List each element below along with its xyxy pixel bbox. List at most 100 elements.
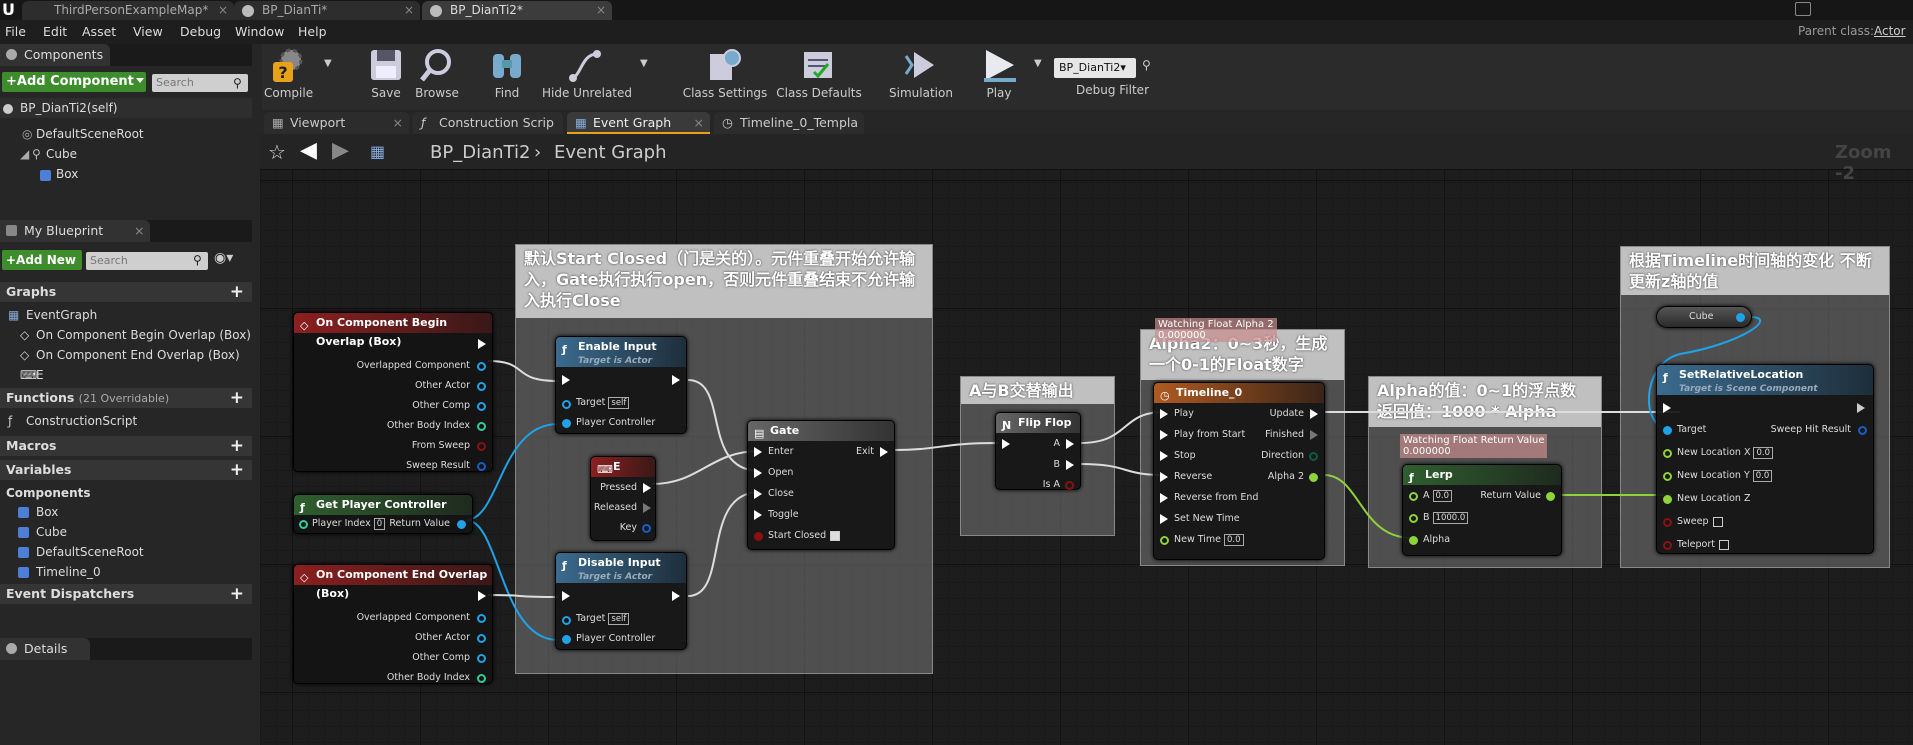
float-pin-icon[interactable] — [1663, 495, 1672, 504]
item-begin-overlap[interactable]: On Component Begin Overlap (Box) — [36, 328, 251, 342]
menu-edit[interactable]: Edit — [43, 24, 67, 39]
node-begin-overlap[interactable]: ◇ On Component Begin Overlap (Box) Overla… — [293, 312, 493, 472]
close-icon[interactable]: × — [596, 1, 606, 20]
target-self-value[interactable]: self — [608, 613, 630, 625]
bool-pin-icon[interactable] — [1065, 481, 1074, 490]
tab-viewport[interactable]: ▦ Viewport × — [264, 112, 409, 134]
debug-object-select[interactable]: BP_DianTi2▾ — [1054, 58, 1136, 78]
float-pin-icon[interactable] — [1409, 536, 1418, 545]
float-pin-icon[interactable] — [1309, 473, 1318, 482]
tab-event-graph[interactable]: ▦ Event Graph × — [567, 112, 710, 134]
section-event-dispatchers[interactable]: Event Dispatchers + — [0, 584, 252, 604]
exec-in-pin[interactable] — [754, 489, 762, 499]
exec-in-pin[interactable] — [1160, 493, 1168, 503]
compile-button[interactable]: ? Compile — [264, 46, 313, 100]
node-end-overlap[interactable]: ◇ On Component End Overlap (Box) Overlapp… — [293, 564, 493, 684]
section-variables[interactable]: Variables + — [0, 460, 252, 480]
object-pin-icon[interactable] — [477, 634, 486, 643]
object-pin-icon[interactable] — [477, 654, 486, 663]
object-pin-icon[interactable] — [1736, 313, 1745, 322]
exec-out-pin[interactable] — [672, 375, 680, 385]
object-pin-icon[interactable] — [477, 402, 486, 411]
node-gate[interactable]: ▤ Gate Enter Exit Open Close Toggle Start… — [747, 420, 895, 550]
search-icon[interactable]: ⚲ — [1142, 58, 1151, 72]
object-pin-icon[interactable] — [477, 614, 486, 623]
lerp-a-input[interactable]: 0.0 — [1432, 490, 1453, 502]
node-timeline[interactable]: ◷ Timeline_0 Play Play from Start Stop Re… — [1153, 382, 1325, 560]
struct-pin-icon[interactable] — [1858, 426, 1867, 435]
close-icon[interactable]: × — [218, 1, 228, 20]
chevron-down-icon[interactable]: ▼ — [640, 58, 648, 69]
tab-timeline[interactable]: ◷ Timeline_0_Templa — [714, 112, 864, 134]
exec-in-pin[interactable] — [1663, 403, 1671, 413]
var-cube[interactable]: Cube — [36, 525, 67, 539]
tab-bp-dianti[interactable]: BP_DianTi* × — [234, 1, 420, 20]
node-disable-input[interactable]: ƒ Disable Input Target is Actor Target self… — [555, 552, 687, 650]
float-pin-icon[interactable] — [1160, 536, 1169, 545]
new-time-input[interactable]: 0.0 — [1224, 534, 1244, 546]
var-box[interactable]: Box — [36, 505, 58, 519]
struct-pin-icon[interactable] — [642, 524, 651, 533]
eye-icon[interactable]: ◉▾ — [214, 250, 233, 266]
object-pin-icon[interactable] — [457, 520, 466, 529]
new-location-y-input[interactable]: 0.0 — [1752, 470, 1773, 482]
close-icon[interactable]: × — [393, 112, 403, 134]
simulation-button[interactable]: Simulation — [886, 46, 956, 100]
node-flipflop[interactable]: Ɲ Flip Flop A B Is A — [995, 412, 1081, 490]
start-closed-checkbox[interactable] — [830, 530, 841, 541]
exec-in-pin[interactable] — [1160, 451, 1168, 461]
float-pin-icon[interactable] — [1546, 492, 1555, 501]
object-pin-icon[interactable] — [477, 362, 486, 371]
exec-in-pin[interactable] — [754, 510, 762, 520]
tab-bp-dianti2[interactable]: BP_DianTi2* × — [422, 1, 612, 20]
add-function-icon[interactable]: + — [230, 388, 244, 408]
close-icon[interactable]: × — [134, 220, 144, 242]
exec-out-pin[interactable] — [1066, 439, 1074, 449]
float-pin-icon[interactable] — [1663, 449, 1672, 458]
parent-class-link[interactable]: Actor — [1874, 24, 1906, 38]
menu-view[interactable]: View — [133, 24, 163, 39]
exec-in-pin[interactable] — [1160, 409, 1168, 419]
object-pin-icon[interactable] — [562, 419, 571, 428]
browse-button[interactable]: Browse — [412, 46, 462, 100]
object-pin-icon[interactable] — [1663, 426, 1672, 435]
exec-out-pin[interactable] — [643, 503, 651, 513]
add-graph-icon[interactable]: + — [230, 282, 244, 302]
chevron-down-icon[interactable]: ▼ — [324, 58, 332, 69]
search-icon[interactable]: ⚲ — [193, 253, 202, 267]
add-dispatcher-icon[interactable]: + — [230, 584, 244, 604]
teleport-checkbox[interactable] — [1719, 539, 1729, 550]
section-macros[interactable]: Macros + — [0, 436, 252, 456]
event-graph-canvas[interactable]: ☆ ◀ ▶ ▦ BP_DianTi2 › Event Graph Zoom -2… — [260, 134, 1913, 745]
object-pin-icon[interactable] — [562, 400, 571, 409]
tab-third-person-map[interactable]: ThirdPersonExampleMap* × — [22, 1, 234, 20]
exec-in-pin[interactable] — [754, 447, 762, 457]
var-timeline[interactable]: Timeline_0 — [36, 565, 101, 579]
exec-out-pin[interactable] — [672, 591, 680, 601]
exec-in-pin[interactable] — [1002, 439, 1010, 449]
item-key-e[interactable]: E — [36, 368, 44, 382]
tree-default-scene-root[interactable]: DefaultSceneRoot — [36, 127, 144, 141]
menu-asset[interactable]: Asset — [82, 24, 116, 39]
exec-out-pin[interactable] — [478, 339, 486, 349]
close-icon[interactable]: × — [694, 112, 704, 134]
bool-pin-icon[interactable] — [1663, 541, 1672, 550]
section-functions[interactable]: Functions (21 Overridable) + — [0, 388, 252, 408]
find-button[interactable]: Find — [484, 46, 530, 100]
object-pin-icon[interactable] — [562, 616, 571, 625]
blueprint-search-input[interactable]: Search — [86, 252, 208, 270]
menu-debug[interactable]: Debug — [180, 24, 221, 39]
window-minimize-icon[interactable] — [1795, 2, 1811, 16]
search-icon[interactable]: ⚲ — [233, 76, 242, 90]
tree-box[interactable]: Box — [56, 167, 78, 181]
exec-out-pin[interactable] — [1066, 460, 1074, 470]
int-pin-icon[interactable] — [477, 674, 486, 683]
item-event-graph[interactable]: EventGraph — [26, 308, 97, 322]
float-pin-icon[interactable] — [1409, 492, 1418, 501]
exec-in-pin[interactable] — [1160, 472, 1168, 482]
component-self[interactable]: BP_DianTi2(self) — [20, 101, 118, 115]
bool-pin-icon[interactable] — [477, 442, 486, 451]
object-pin-icon[interactable] — [562, 635, 571, 644]
float-pin-icon[interactable] — [1409, 514, 1418, 523]
node-key-e[interactable]: ⌨ E Pressed Released Key — [590, 456, 656, 541]
